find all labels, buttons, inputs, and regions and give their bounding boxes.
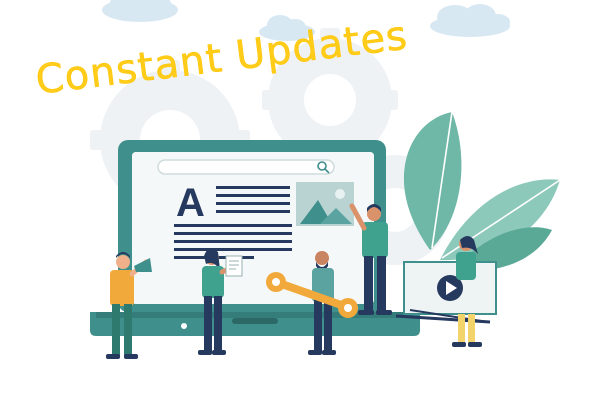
video-panel	[395, 261, 497, 324]
document-icon	[225, 255, 243, 277]
cloud-icon	[430, 4, 510, 37]
illustration: A Constant Updates	[0, 0, 600, 400]
mountain-image-icon	[296, 182, 354, 226]
search-bar	[157, 159, 335, 175]
cloud-icon	[102, 0, 178, 22]
article-letter: A	[176, 181, 205, 225]
